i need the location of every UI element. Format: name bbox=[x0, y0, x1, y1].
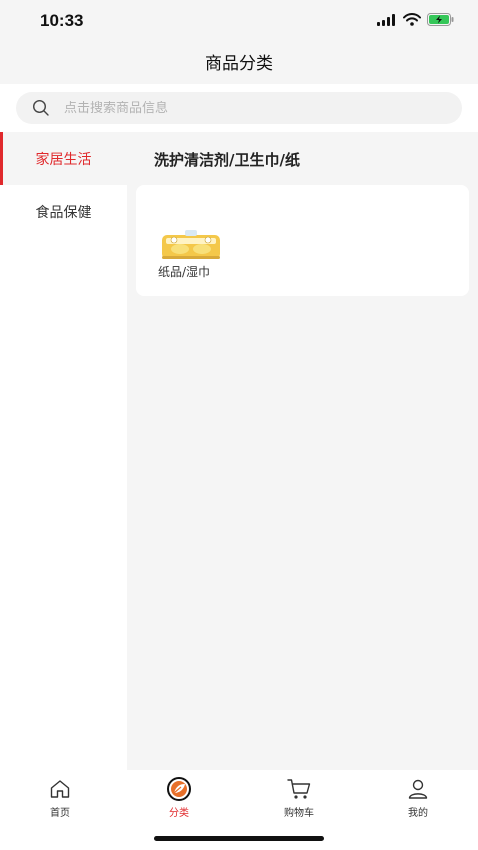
home-indicator[interactable] bbox=[154, 836, 324, 841]
subcategory-card: 纸品/湿巾 bbox=[136, 185, 469, 296]
tab-cart[interactable]: 购物车 bbox=[239, 776, 359, 822]
status-icons bbox=[377, 13, 454, 26]
sidebar-item-home-living[interactable]: 家居生活 bbox=[0, 132, 127, 185]
battery-icon bbox=[427, 13, 454, 26]
tab-label: 购物车 bbox=[284, 808, 314, 819]
product-image bbox=[162, 230, 220, 259]
tab-label: 我的 bbox=[408, 808, 428, 819]
search-bar bbox=[0, 84, 478, 132]
status-bar: 10:33 bbox=[0, 0, 478, 44]
tab-profile[interactable]: 我的 bbox=[358, 776, 478, 822]
sidebar-item-label: 家居生活 bbox=[35, 151, 92, 168]
tab-label: 分类 bbox=[169, 808, 189, 819]
product-label: 纸品/湿巾 bbox=[158, 265, 211, 279]
status-time: 10:33 bbox=[40, 11, 84, 30]
sidebar-item-food-health[interactable]: 食品保健 bbox=[0, 185, 127, 238]
cart-icon bbox=[286, 776, 312, 802]
tab-home[interactable]: 首页 bbox=[0, 776, 120, 822]
search-icon bbox=[32, 99, 50, 117]
category-title: 洗护清洁剂/卫生巾/纸 bbox=[154, 151, 300, 169]
home-icon bbox=[47, 776, 73, 802]
wifi-icon bbox=[403, 13, 421, 26]
page-title: 商品分类 bbox=[205, 54, 273, 74]
sidebar-item-label: 食品保健 bbox=[35, 204, 92, 221]
nav-bar: 商品分类 bbox=[0, 44, 478, 84]
signal-icon bbox=[377, 13, 395, 26]
category-content: 洗护清洁剂/卫生巾/纸 纸品/湿巾 bbox=[127, 132, 478, 770]
category-icon bbox=[166, 776, 192, 802]
search-input[interactable] bbox=[64, 100, 424, 116]
tab-label: 首页 bbox=[50, 808, 70, 819]
tab-category[interactable]: 分类 bbox=[119, 776, 239, 822]
category-sidebar: 家居生活 食品保健 bbox=[0, 132, 127, 770]
user-icon bbox=[405, 776, 431, 802]
search-box[interactable] bbox=[16, 92, 462, 124]
